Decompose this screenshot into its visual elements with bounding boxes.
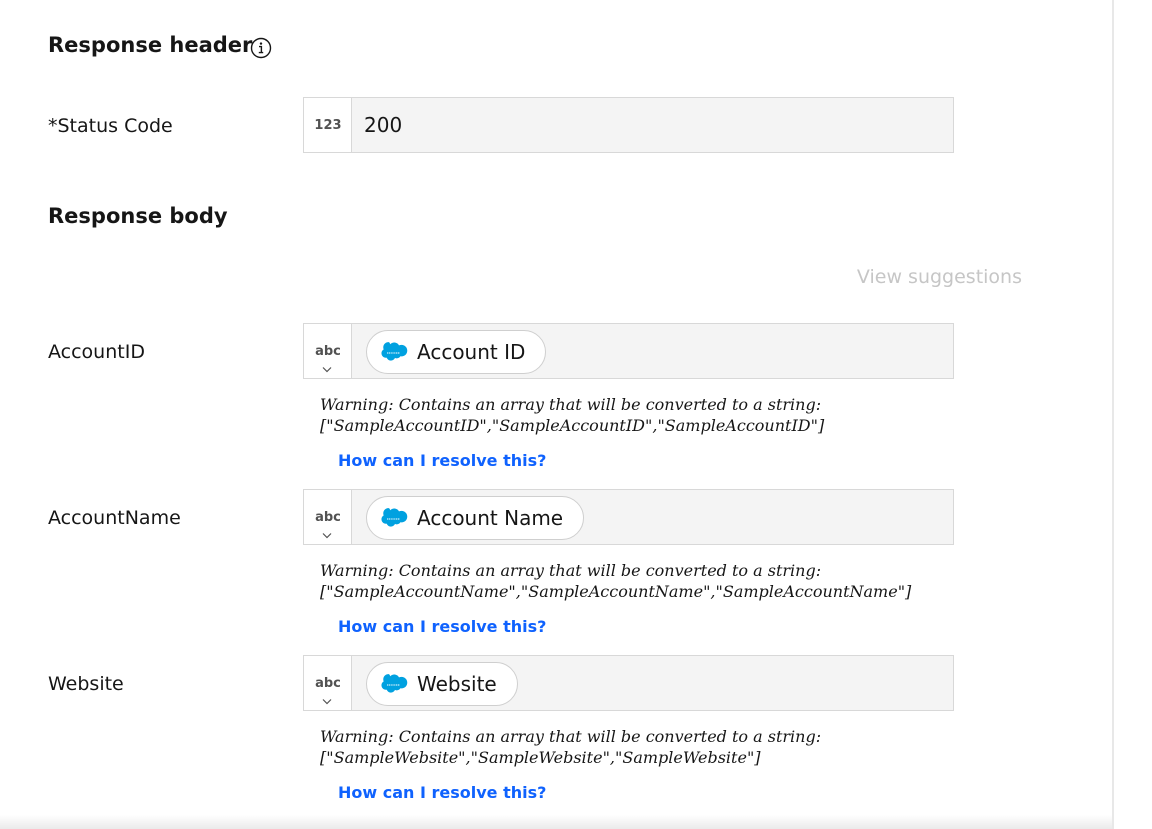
info-icon[interactable] (250, 37, 272, 59)
salesforce-logo-icon (381, 342, 408, 361)
chevron-down-icon (322, 699, 332, 705)
mapped-value-pill[interactable]: Account Name (366, 496, 585, 540)
type-selector[interactable]: abc (304, 324, 352, 378)
mapped-value-pill[interactable]: Website (366, 662, 518, 706)
chevron-down-icon (322, 367, 332, 373)
type-indicator-number: 123 (304, 98, 352, 152)
field-label-website: Website (48, 673, 124, 695)
status-code-label: *Status Code (48, 115, 173, 137)
resolve-link[interactable]: How can I resolve this? (338, 451, 546, 470)
type-selector[interactable]: abc (304, 656, 352, 710)
response-body-title: Response body (48, 204, 228, 228)
mapping-field-website[interactable]: abc Website (303, 655, 954, 711)
salesforce-logo-icon (381, 674, 408, 693)
salesforce-logo-icon (381, 508, 408, 527)
view-suggestions-link[interactable]: View suggestions (857, 266, 1022, 288)
array-warning: Warning: Contains an array that will be … (320, 395, 825, 435)
resolve-link[interactable]: How can I resolve this? (338, 617, 546, 636)
field-label-account-name: AccountName (48, 507, 181, 529)
array-warning: Warning: Contains an array that will be … (320, 561, 912, 601)
response-header-title: Response header (48, 33, 253, 57)
mapping-panel: Response header *Status Code 123 200 Res… (0, 0, 1114, 829)
status-code-field[interactable]: 123 200 (303, 97, 954, 153)
resolve-link[interactable]: How can I resolve this? (338, 783, 546, 802)
chevron-down-icon (322, 533, 332, 539)
scroll-edge-shadow (0, 815, 1112, 829)
type-selector[interactable]: abc (304, 490, 352, 544)
mapping-field-account-name[interactable]: abc Account Name (303, 489, 954, 545)
mapped-value-pill[interactable]: Account ID (366, 330, 547, 374)
field-label-account-id: AccountID (48, 341, 145, 363)
array-warning: Warning: Contains an array that will be … (320, 727, 822, 767)
mapping-field-account-id[interactable]: abc Account ID (303, 323, 954, 379)
status-code-value[interactable]: 200 (364, 113, 402, 137)
